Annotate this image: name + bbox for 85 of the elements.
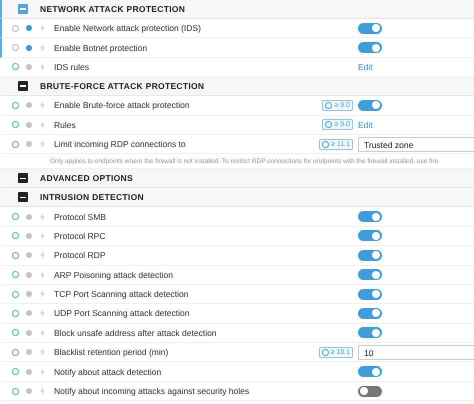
setting-label: Blacklist retention period (min) [54, 347, 168, 358]
status-dot-icon [26, 25, 32, 32]
toggle-switch[interactable] [358, 42, 382, 54]
number-field[interactable]: 10 [358, 344, 474, 360]
status-dot-icon [26, 44, 32, 51]
collapse-icon[interactable] [18, 81, 28, 92]
status-dot-icon [26, 64, 32, 70]
toggle-switch[interactable] [358, 211, 382, 222]
lightning-icon [40, 62, 45, 71]
setting-label: UDP Port Scanning attack detection [54, 308, 190, 318]
status-ring-icon [12, 140, 19, 148]
section-title: INTRUSION DETECTION [40, 192, 144, 202]
lightning-icon [40, 24, 45, 32]
lightning-icon [40, 348, 45, 356]
toggle-switch[interactable] [358, 22, 382, 34]
status-dot-icon [26, 349, 32, 356]
setting-label: Enable Botnet protection [54, 42, 148, 53]
setting-label: Block unsafe address after attack detection [54, 328, 217, 338]
toggle-switch[interactable] [358, 288, 382, 300]
setting-label: Notify about attack detection [54, 366, 162, 377]
status-dot-icon [26, 368, 32, 375]
lightning-icon [40, 212, 45, 221]
status-ring-icon [12, 310, 19, 317]
toggle-switch[interactable] [358, 308, 382, 319]
status-ring-icon [12, 232, 19, 240]
status-dot-icon [26, 310, 32, 316]
status-dot-icon [26, 291, 32, 298]
toggle-switch[interactable] [358, 366, 382, 378]
status-ring-icon [12, 63, 19, 70]
collapse-icon[interactable] [18, 192, 28, 202]
status-dot-icon [26, 388, 32, 394]
status-ring-icon [12, 213, 19, 220]
setting-label: Limit incoming RDP connections to [54, 139, 186, 150]
status-ring-icon [12, 368, 19, 376]
setting-label: Rules [54, 120, 76, 130]
status-dot-icon [26, 102, 32, 108]
toggle-switch[interactable] [358, 250, 382, 261]
collapse-icon[interactable] [18, 173, 28, 184]
status-dot-icon [26, 214, 32, 220]
setting-label: Enable Brute-force attack protection [54, 100, 190, 110]
status-ring-icon [12, 252, 19, 259]
toggle-switch[interactable] [358, 100, 382, 111]
setting-label: Enable Network attack protection (IDS) [54, 23, 201, 34]
lightning-icon [40, 387, 45, 396]
lightning-icon [40, 140, 45, 148]
lightning-icon [40, 120, 45, 129]
toggle-switch[interactable] [358, 230, 382, 242]
status-dot-icon [26, 122, 32, 128]
status-dot-icon [26, 330, 32, 336]
status-dot-icon [26, 232, 32, 239]
status-dot-icon [26, 272, 32, 278]
status-ring-icon [12, 271, 19, 278]
setting-label: Protocol RPC [54, 230, 106, 241]
setting-label: TCP Port Scanning attack detection [54, 289, 189, 300]
status-ring-icon [12, 44, 19, 52]
setting-label: ARP Poisoning attack detection [54, 270, 173, 280]
status-ring-icon [12, 348, 19, 356]
status-ring-icon [12, 121, 19, 128]
lightning-icon [40, 251, 45, 260]
toggle-switch[interactable] [358, 327, 382, 338]
status-dot-icon [26, 141, 32, 148]
lightning-icon [40, 232, 45, 240]
setting-label: Protocol RDP [54, 250, 106, 260]
status-dot-icon [26, 252, 32, 258]
status-ring-icon [12, 102, 19, 109]
lightning-icon [40, 309, 45, 318]
lightning-icon [40, 328, 45, 337]
section-title: ADVANCED OPTIONS [40, 173, 133, 184]
setting-label: IDS rules [54, 62, 89, 72]
section-title: NETWORK ATTACK PROTECTION [40, 4, 186, 14]
status-ring-icon [12, 24, 19, 32]
status-ring-icon [12, 290, 19, 298]
lightning-icon [40, 44, 45, 52]
status-ring-icon [12, 329, 19, 336]
setting-label: Protocol SMB [54, 212, 106, 222]
zone-dropdown[interactable]: Trusted zone [358, 136, 474, 152]
toggle-switch[interactable] [358, 269, 382, 280]
setting-label: Notify about incoming attacks against security holes [54, 386, 250, 396]
toggle-switch[interactable] [358, 386, 382, 397]
lightning-icon [40, 290, 45, 298]
status-ring-icon [12, 388, 19, 395]
lightning-icon [40, 368, 45, 376]
lightning-icon [40, 270, 45, 279]
lightning-icon [40, 101, 45, 110]
section-title: BRUTE-FORCE ATTACK PROTECTION [40, 81, 204, 92]
